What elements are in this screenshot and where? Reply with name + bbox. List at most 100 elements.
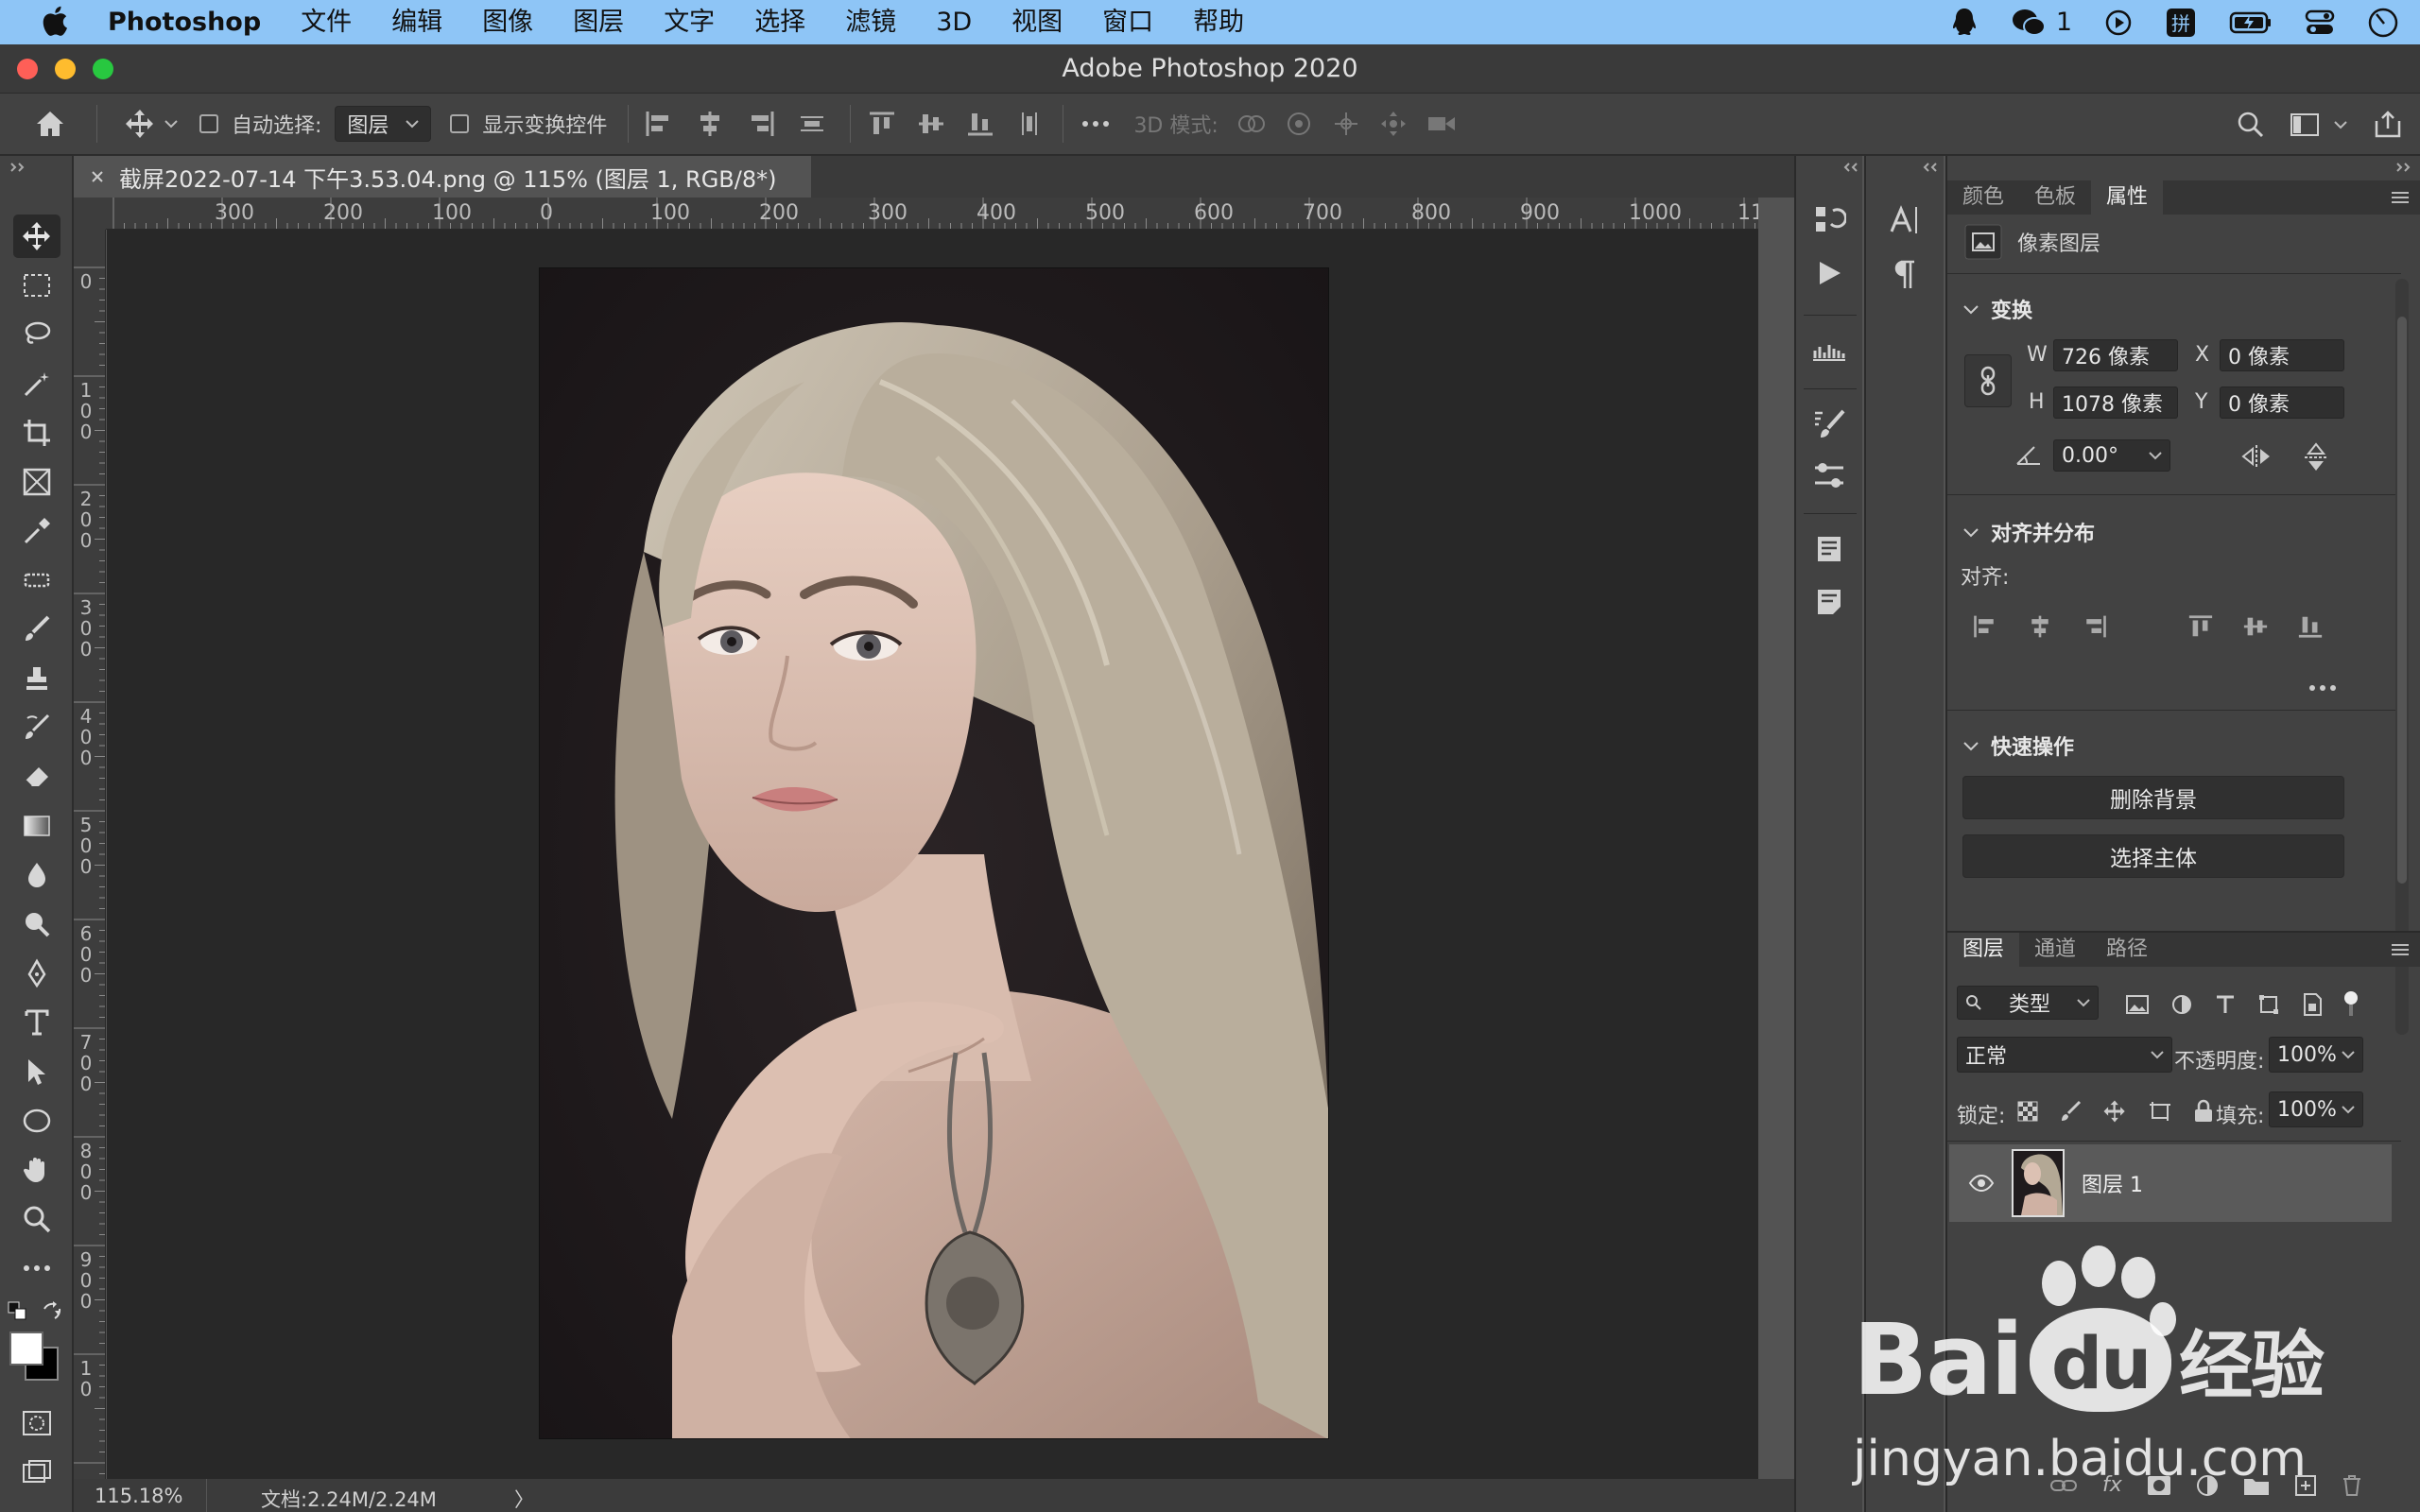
layer-row[interactable]: 图层 1: [1949, 1144, 2392, 1222]
battery-icon[interactable]: [2229, 10, 2273, 35]
brush-tool[interactable]: [13, 608, 60, 651]
document-image[interactable]: [539, 267, 1329, 1439]
filter-type-icon[interactable]: [2214, 993, 2237, 1016]
align-horizontal-centers-icon[interactable]: [2027, 613, 2053, 640]
filter-toggle[interactable]: [2344, 991, 2358, 1018]
character-panel-icon[interactable]: [1888, 203, 1922, 237]
distribute-vertical-icon[interactable]: [797, 110, 827, 138]
crop-tool[interactable]: [13, 411, 60, 455]
collapse-panel-icon[interactable]: [1921, 162, 1938, 173]
remove-background-button[interactable]: 删除背景: [1962, 776, 2344, 819]
angle-field[interactable]: 0.00°: [2053, 439, 2170, 472]
histogram-icon[interactable]: [1811, 334, 1847, 364]
horizontal-ruler[interactable]: 300 200 100 0 100 200 300 400 500 600 70…: [106, 198, 1758, 230]
filter-smart-object-icon[interactable]: [2301, 992, 2324, 1017]
input-method-icon[interactable]: 拼: [2165, 7, 2197, 39]
filter-pixel-icon[interactable]: [2125, 993, 2150, 1016]
healing-brush-tool[interactable]: [13, 558, 60, 602]
qq-icon[interactable]: [1950, 7, 1979, 39]
screen-mode-button[interactable]: [13, 1451, 60, 1494]
3d-orbit-icon[interactable]: [1236, 110, 1266, 138]
lock-position-move-icon[interactable]: [2102, 1099, 2127, 1124]
panel-menu-icon[interactable]: [2390, 190, 2411, 205]
foreground-color-swatch[interactable]: [9, 1332, 43, 1366]
history-panel-icon[interactable]: [1812, 203, 1846, 237]
height-field[interactable]: 1078 像素: [2053, 387, 2178, 419]
dodge-tool[interactable]: [13, 902, 60, 946]
status-info-arrow[interactable]: 〉: [514, 1485, 534, 1512]
width-field[interactable]: 726 像素: [2053, 339, 2178, 371]
close-tab-icon[interactable]: [91, 170, 104, 183]
workspace-switcher[interactable]: [2290, 112, 2348, 137]
y-field[interactable]: 0 像素: [2220, 387, 2344, 419]
tab-channels[interactable]: 通道: [2019, 933, 2091, 967]
chevron-down-icon[interactable]: [164, 118, 179, 129]
move-tool[interactable]: [13, 215, 60, 258]
quick-actions-section-header[interactable]: 快速操作: [1962, 730, 2074, 761]
gradient-tool[interactable]: [13, 804, 60, 848]
align-top-edges-icon[interactable]: [868, 110, 896, 138]
menu-window[interactable]: 窗口: [1102, 0, 1153, 44]
blur-tool[interactable]: [13, 853, 60, 897]
hand-tool[interactable]: [13, 1148, 60, 1192]
blend-mode-dropdown[interactable]: 正常: [1957, 1037, 2172, 1073]
share-icon[interactable]: [2373, 110, 2403, 140]
align-vertical-centers-icon[interactable]: [917, 110, 945, 138]
quick-mask-button[interactable]: [13, 1401, 60, 1445]
lock-artboard-icon[interactable]: [2148, 1100, 2172, 1123]
pen-tool[interactable]: [13, 952, 60, 995]
eraser-tool[interactable]: [13, 755, 60, 799]
align-right-edges-icon[interactable]: [746, 110, 776, 138]
filter-shape-icon[interactable]: [2257, 993, 2280, 1016]
3d-slide-icon[interactable]: [1379, 110, 1408, 138]
apple-icon[interactable]: [38, 4, 70, 38]
frame-tool[interactable]: [13, 460, 60, 504]
menu-filter[interactable]: 滤镜: [845, 0, 896, 44]
tab-paths[interactable]: 路径: [2091, 933, 2163, 967]
eyedropper-tool[interactable]: [13, 509, 60, 553]
clone-stamp-tool[interactable]: [13, 657, 60, 700]
align-left-edges-icon[interactable]: [644, 110, 674, 138]
ruler-corner[interactable]: [74, 198, 106, 230]
layer-filter-dropdown[interactable]: 类型: [1957, 986, 2099, 1020]
3d-scale-icon[interactable]: [1426, 112, 1459, 136]
actions-play-icon[interactable]: [1814, 258, 1844, 288]
filter-adjustment-icon[interactable]: [2170, 993, 2193, 1016]
auto-select-checkbox[interactable]: [199, 114, 218, 133]
3d-pan-icon[interactable]: [1332, 110, 1360, 138]
flip-horizontal-icon[interactable]: [2240, 443, 2273, 470]
magic-wand-tool[interactable]: [13, 362, 60, 405]
search-icon[interactable]: [2237, 111, 2265, 139]
zoom-tool[interactable]: [13, 1197, 60, 1241]
path-selection-tool[interactable]: [13, 1050, 60, 1093]
transform-section-header[interactable]: 变换: [1962, 294, 2032, 324]
opacity-field[interactable]: 100%: [2269, 1037, 2363, 1073]
distribute-horizontal-icon[interactable]: [1015, 110, 1044, 138]
tab-swatches[interactable]: 色板: [2019, 180, 2091, 215]
menu-edit[interactable]: 编辑: [391, 0, 442, 44]
menu-help[interactable]: 帮助: [1193, 0, 1244, 44]
vertical-ruler[interactable]: 0 1 0 0 2 0 0 3 0 0 4 0 0 5 0 0 6 0 0 7 …: [74, 230, 106, 1479]
lock-transparency-icon[interactable]: [2017, 1101, 2038, 1122]
play-circle-icon[interactable]: [2104, 9, 2133, 37]
more-options-icon[interactable]: [1080, 119, 1111, 129]
3d-roll-icon[interactable]: [1285, 110, 1313, 138]
fill-field[interactable]: 100%: [2269, 1091, 2363, 1127]
panel-menu-icon[interactable]: [2390, 942, 2411, 957]
wechat-status[interactable]: 1: [2011, 8, 2072, 38]
align-right-edges-icon[interactable]: [2082, 613, 2108, 640]
align-left-edges-icon[interactable]: [1972, 613, 1998, 640]
control-center-icon[interactable]: [2305, 9, 2335, 36]
notes-icon[interactable]: [1814, 587, 1844, 617]
align-horizontal-centers-icon[interactable]: [695, 110, 725, 138]
show-transform-checkbox[interactable]: [450, 114, 470, 133]
menu-3d[interactable]: 3D: [936, 0, 972, 44]
tab-layers[interactable]: 图层: [1947, 933, 2020, 967]
document-tab[interactable]: 截屏2022-07-14 下午3.53.04.png @ 115% (图层 1,…: [74, 156, 811, 198]
more-align-options-icon[interactable]: [2308, 683, 2337, 693]
align-bottom-edges-icon[interactable]: [966, 110, 994, 138]
collapse-panel-icon[interactable]: [1841, 162, 1858, 173]
menu-type[interactable]: 文字: [664, 0, 715, 44]
align-vertical-centers-icon[interactable]: [2242, 613, 2269, 640]
eye-visibility-icon[interactable]: [1968, 1175, 1995, 1192]
